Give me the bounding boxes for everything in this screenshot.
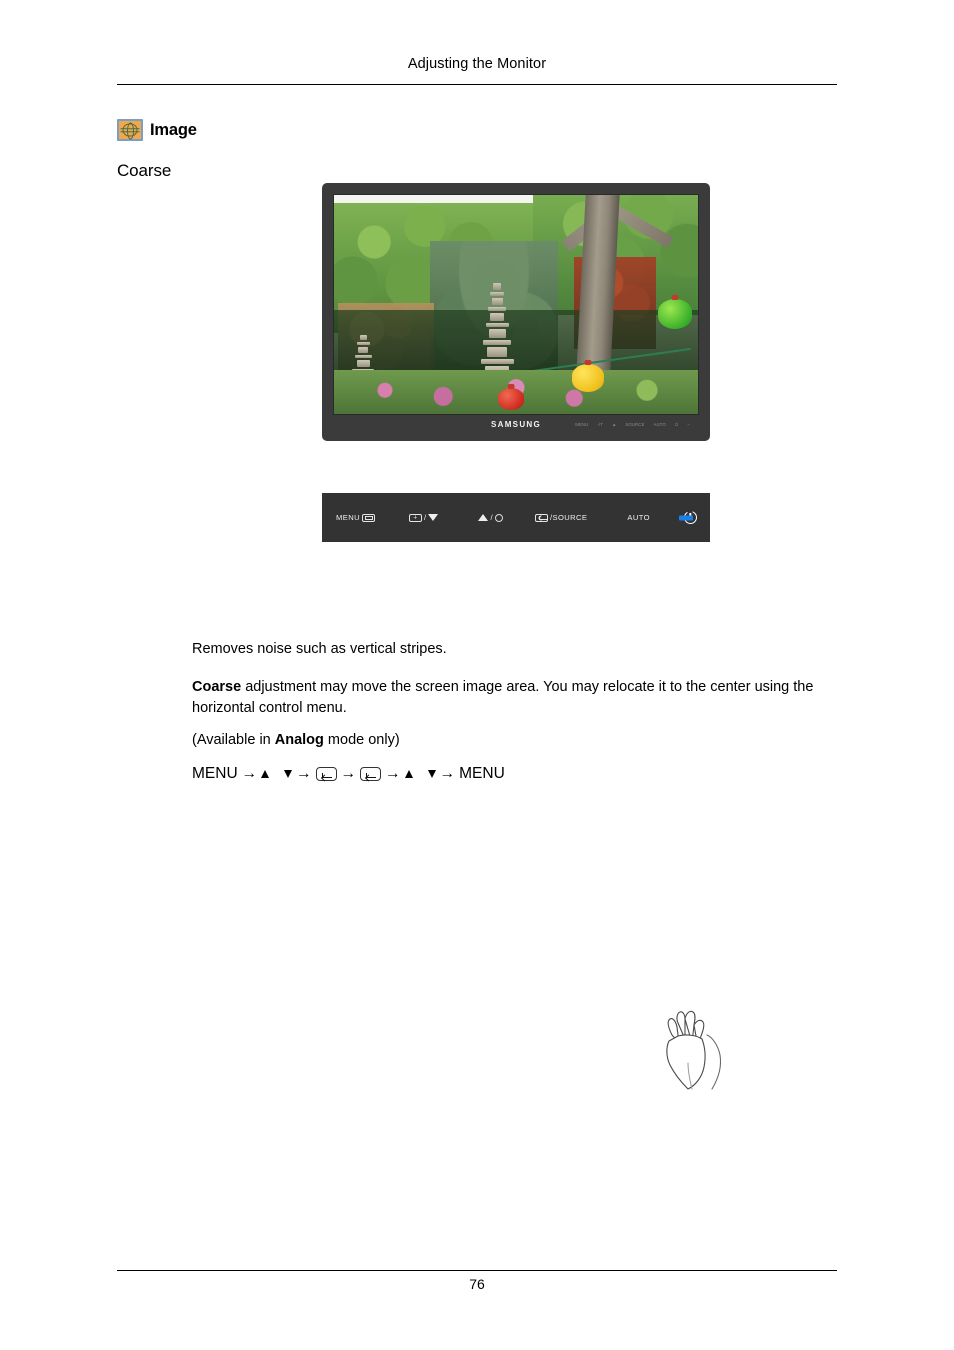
coarse-bold-term: Coarse bbox=[192, 679, 242, 695]
photo-lantern-green bbox=[658, 299, 692, 329]
analog-bold-term: Analog bbox=[274, 732, 324, 748]
window-icon bbox=[361, 513, 375, 522]
control-panel-illustration: MENU / / /SOURCE AUTO bbox=[322, 493, 722, 1090]
bezel-button-labels: MENU -/T ▲ SOURCE AUTO ⏻ – bbox=[575, 422, 690, 427]
bezel-label-up: ▲ bbox=[612, 422, 617, 427]
image-globe-icon bbox=[117, 119, 143, 141]
monitor-bottom-bezel: SAMSUNG MENU -/T ▲ SOURCE AUTO ⏻ – bbox=[334, 414, 698, 441]
hand-pointing-icon bbox=[666, 1010, 722, 1090]
control-minus-separator: / bbox=[423, 513, 427, 522]
bezel-label-auto: AUTO bbox=[653, 422, 666, 427]
control-up-separator: / bbox=[490, 513, 493, 522]
control-source-label: /SOURCE bbox=[550, 513, 588, 522]
power-led-indicator bbox=[679, 515, 693, 520]
control-auto-button[interactable]: AUTO bbox=[627, 513, 650, 522]
page-header: Adjusting the Monitor bbox=[117, 56, 837, 79]
control-minus-down-button[interactable]: / bbox=[408, 513, 439, 522]
description-paragraph-3: (Available in Analog mode only) bbox=[192, 732, 852, 748]
nav-arrow-4: → bbox=[385, 765, 401, 783]
globe-shape bbox=[122, 123, 138, 137]
samsung-logo: SAMSUNG bbox=[491, 420, 541, 429]
screen-photo bbox=[334, 195, 698, 414]
paragraph-2-rest: adjustment may move the screen image are… bbox=[192, 679, 814, 716]
monitor-illustration: SAMSUNG MENU -/T ▲ SOURCE AUTO ⏻ – bbox=[322, 183, 710, 441]
triangle-up-icon bbox=[478, 514, 489, 521]
enter-key-icon-2 bbox=[360, 767, 382, 781]
triangle-down-icon-2 bbox=[427, 770, 436, 778]
section-heading: Image bbox=[117, 119, 197, 141]
header-divider bbox=[117, 84, 837, 85]
nav-end-menu: MENU bbox=[459, 765, 505, 782]
subsection-title: Coarse bbox=[117, 161, 172, 180]
nav-arrow-2: → bbox=[296, 765, 312, 783]
enter-key-icon bbox=[315, 767, 337, 781]
footer-divider bbox=[117, 1270, 837, 1271]
nav-arrow-3: → bbox=[340, 765, 357, 783]
enter-key-icon bbox=[535, 513, 548, 522]
description-paragraph-2: Coarse adjustment may move the screen im… bbox=[192, 677, 852, 718]
monitor-screen bbox=[334, 195, 698, 414]
bezel-label-menu: MENU bbox=[575, 422, 589, 427]
bezel-label-power: ⏻ bbox=[674, 422, 679, 427]
nav-arrow-1: → bbox=[241, 765, 258, 783]
bezel-label-source: SOURCE bbox=[625, 422, 645, 427]
menu-navigation-sequence: MENU → → → → → MENU bbox=[192, 765, 505, 783]
page-number: 76 bbox=[469, 1276, 485, 1292]
brightness-sun-icon bbox=[495, 513, 503, 522]
photo-lantern-red bbox=[498, 388, 524, 410]
header-title: Adjusting the Monitor bbox=[407, 56, 547, 72]
control-panel-strip: MENU / / /SOURCE AUTO bbox=[322, 493, 710, 542]
nav-arrow-5: → bbox=[439, 765, 456, 783]
control-source-button[interactable]: /SOURCE bbox=[535, 513, 587, 522]
control-menu-label: MENU bbox=[336, 513, 360, 522]
triangle-up-icon-2 bbox=[404, 770, 413, 778]
triangle-down-icon bbox=[284, 770, 293, 778]
description-paragraph-1: Removes noise such as vertical stripes. bbox=[192, 641, 447, 657]
triangle-down-icon bbox=[428, 514, 439, 521]
control-auto-label: AUTO bbox=[627, 513, 650, 522]
plus-box-icon bbox=[408, 513, 422, 522]
paragraph-3-post: mode only) bbox=[323, 732, 400, 748]
bezel-label-led: – bbox=[687, 422, 690, 427]
nav-start-menu: MENU bbox=[192, 765, 238, 782]
paragraph-3-pre: (Available in bbox=[192, 732, 275, 748]
control-up-brightness-button[interactable]: / bbox=[478, 513, 503, 522]
section-title: Image bbox=[150, 120, 197, 139]
control-menu-button[interactable]: MENU bbox=[336, 513, 375, 522]
bezel-label-minus: -/T bbox=[597, 422, 604, 427]
photo-lantern-yellow bbox=[572, 364, 604, 392]
triangle-up-icon bbox=[261, 770, 270, 778]
